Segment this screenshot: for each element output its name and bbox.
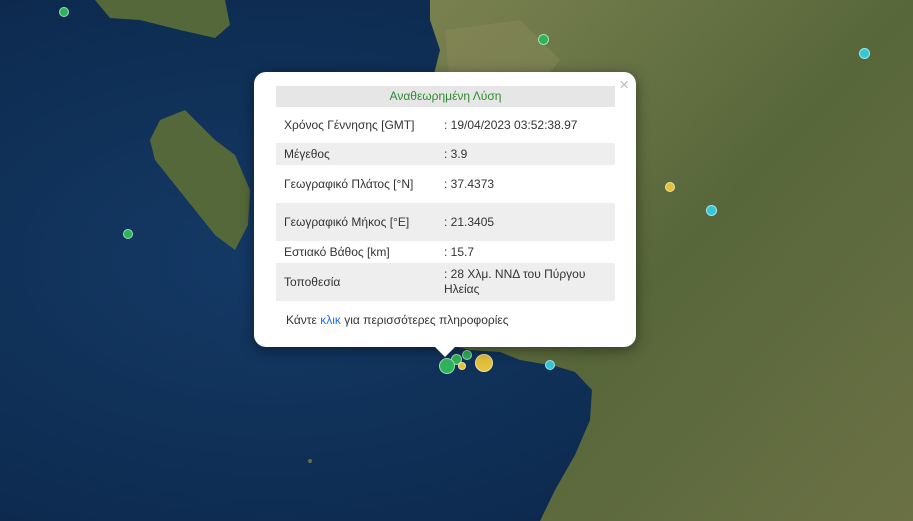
quake-marker[interactable] bbox=[706, 205, 717, 216]
quake-marker[interactable] bbox=[59, 7, 69, 17]
quake-marker[interactable] bbox=[462, 350, 472, 360]
info-row: Χρόνος Γέννησης [GMT] : 19/04/2023 03:52… bbox=[276, 107, 615, 143]
more-prefix: Κάντε bbox=[286, 313, 321, 327]
row-label: Χρόνος Γέννησης [GMT] bbox=[284, 117, 415, 132]
close-icon[interactable]: × bbox=[619, 75, 629, 95]
quake-marker[interactable] bbox=[538, 34, 549, 45]
row-label: Τοποθεσία bbox=[276, 263, 432, 301]
popup-tip bbox=[435, 347, 455, 357]
info-table: Αναθεωρημένη Λύση Χρόνος Γέννησης [GMT] … bbox=[276, 86, 615, 301]
more-info-line: Κάντε κλικ για περισσότερες πληροφορίες bbox=[286, 313, 509, 327]
info-row: Γεωγραφικό Μήκος [°E] : 21.3405 bbox=[276, 203, 615, 241]
quake-marker[interactable] bbox=[859, 48, 870, 59]
more-suffix: για περισσότερες πληροφορίες bbox=[340, 313, 509, 327]
row-label: Γεωγραφικό Μήκος [°E] bbox=[276, 203, 432, 241]
quake-marker-selected[interactable] bbox=[439, 358, 455, 374]
row-value: : 15.7 bbox=[444, 244, 475, 259]
row-value: : 28 Χλμ. ΝΝΔ του Πύργου Ηλείας bbox=[432, 263, 615, 301]
info-row: Τοποθεσία : 28 Χλμ. ΝΝΔ του Πύργου Ηλεία… bbox=[276, 263, 615, 301]
popup-title-row: Αναθεωρημένη Λύση bbox=[276, 86, 615, 107]
info-row: Μέγεθος : 3.9 bbox=[276, 143, 615, 165]
row-value: : 21.3405 bbox=[432, 203, 615, 241]
quake-marker[interactable] bbox=[665, 182, 675, 192]
row-label: Μέγεθος bbox=[276, 143, 432, 165]
row-value: : 3.9 bbox=[432, 143, 615, 165]
info-row: Γεωγραφικό Πλάτος [°N] : 37.4373 bbox=[276, 165, 615, 203]
quake-marker[interactable] bbox=[123, 229, 133, 239]
row-label: Εστιακό Βάθος [km] bbox=[284, 244, 390, 259]
info-row: Εστιακό Βάθος [km] : 15.7 bbox=[276, 241, 615, 263]
popup-title: Αναθεωρημένη Λύση bbox=[276, 86, 615, 107]
more-info-link[interactable]: κλικ bbox=[320, 313, 341, 327]
row-label: Γεωγραφικό Πλάτος [°N] bbox=[284, 176, 414, 191]
row-value: : 19/04/2023 03:52:38.97 bbox=[444, 117, 578, 132]
quake-marker[interactable] bbox=[545, 360, 555, 370]
row-value: : 37.4373 bbox=[444, 176, 495, 191]
quake-marker[interactable] bbox=[475, 354, 493, 372]
earthquake-info-popup: × Αναθεωρημένη Λύση Χρόνος Γέννησης [GMT… bbox=[254, 72, 636, 357]
strofades-islet bbox=[308, 459, 312, 463]
quake-marker[interactable] bbox=[458, 362, 466, 370]
